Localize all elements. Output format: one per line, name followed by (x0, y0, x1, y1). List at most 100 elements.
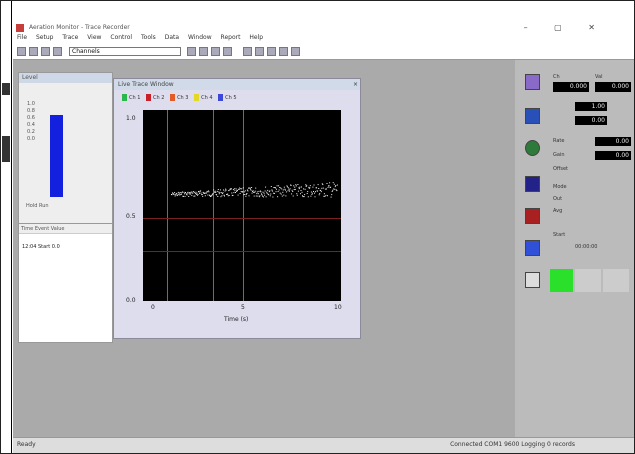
trace-window[interactable]: Live Trace Window × Ch 1 Ch 2 Ch 3 Ch 4 … (113, 78, 361, 339)
trace-point (232, 195, 234, 196)
menu-trace[interactable]: Trace (62, 34, 78, 41)
pause-icon[interactable] (211, 47, 220, 56)
trace-point (332, 189, 334, 191)
trace-point (277, 191, 279, 192)
field-label: Gain (553, 152, 565, 158)
trace-point (332, 182, 334, 184)
zoom-icon[interactable] (187, 47, 196, 56)
menu-setup[interactable]: Setup (36, 34, 53, 41)
trace-point (275, 187, 276, 189)
trace-point (291, 189, 293, 191)
field-label: Mode (553, 184, 567, 190)
menu-file[interactable]: File (17, 34, 27, 41)
trace-point (324, 188, 326, 190)
trace-point (254, 191, 256, 193)
trace-point (228, 195, 230, 196)
trace-point (187, 191, 189, 193)
panel-label: Ch (553, 74, 560, 80)
trace-point (177, 194, 179, 196)
event-log-window[interactable]: Time Event Value 12:04 Start 0.0 (18, 223, 113, 343)
close-icon[interactable]: × (353, 79, 358, 90)
trace-point (258, 196, 260, 198)
menu-help[interactable]: Help (249, 34, 263, 41)
record-icon[interactable] (525, 74, 540, 90)
trace-point (194, 193, 196, 195)
window-controls[interactable]: – ▢ ✕ (524, 23, 607, 32)
save-icon[interactable] (525, 108, 540, 124)
trace-point (245, 195, 247, 197)
export-icon[interactable] (267, 47, 276, 56)
help-icon[interactable] (291, 47, 300, 56)
trace-point (323, 195, 325, 197)
meter-scale: 1.0 0.8 0.6 0.4 0.2 0.0 (27, 101, 35, 142)
grid-icon[interactable] (243, 47, 252, 56)
menu-report[interactable]: Report (221, 34, 241, 41)
help-icon[interactable] (525, 272, 540, 288)
legend-label: Ch 1 (129, 95, 141, 101)
status-bar: Ready Connected COM1 9600 Logging 0 reco… (13, 437, 634, 453)
new-icon[interactable] (17, 47, 26, 56)
stop-icon[interactable] (525, 176, 540, 192)
readout: 0.00 (595, 151, 631, 160)
app-frame: Aeration Monitor - Trace Recorder – ▢ ✕ … (0, 0, 635, 454)
meter-title: Level (19, 73, 112, 83)
info-icon[interactable] (279, 47, 288, 56)
chart-icon[interactable] (525, 240, 540, 256)
trace-point (305, 186, 307, 187)
play-icon[interactable] (199, 47, 208, 56)
trace-point (205, 192, 207, 194)
trace-point (307, 191, 309, 193)
trace-point (305, 184, 307, 186)
idle-indicator (575, 269, 601, 292)
trace-plot[interactable] (143, 110, 341, 301)
trace-point (202, 195, 204, 197)
log-row: 12:04 Start 0.0 (22, 244, 60, 250)
trace-point (281, 195, 283, 197)
config-select[interactable]: Channels (69, 47, 181, 56)
menu-window[interactable]: Window (188, 34, 212, 41)
trace-point (283, 186, 285, 188)
trace-point (313, 191, 314, 192)
trace-point (322, 187, 324, 189)
trace-point (314, 196, 316, 198)
trace-point (256, 193, 258, 195)
trace-point (239, 193, 241, 194)
trace-point (201, 194, 203, 195)
workspace: Level 1.0 0.8 0.6 0.4 0.2 0.0 Hold Run T… (13, 60, 515, 437)
x-axis-label: Time (s) (224, 316, 249, 323)
save-icon[interactable] (41, 47, 50, 56)
print-icon[interactable] (53, 47, 62, 56)
menu-tools[interactable]: Tools (141, 34, 156, 41)
open-icon[interactable] (29, 47, 38, 56)
trace-point (237, 194, 239, 196)
trace-point (261, 194, 263, 196)
trace-point (197, 194, 199, 196)
trace-point (287, 190, 289, 192)
chart-icon[interactable] (255, 47, 264, 56)
alarm-icon[interactable] (525, 208, 540, 224)
trace-point (184, 193, 185, 195)
trace-point (287, 186, 288, 188)
trace-point (279, 192, 281, 194)
trace-point (193, 195, 195, 197)
trace-point (207, 190, 209, 192)
stop-icon[interactable] (223, 47, 232, 56)
x-tick: 0 (151, 304, 155, 311)
trace-point (261, 193, 262, 195)
globe-icon[interactable] (525, 140, 540, 156)
trace-point (307, 196, 309, 198)
trace-point (326, 188, 327, 190)
menu-control[interactable]: Control (110, 34, 132, 41)
trace-point (246, 189, 248, 191)
trace-point (318, 188, 320, 189)
meter-controls[interactable]: Hold Run (26, 203, 49, 209)
trace-point (251, 187, 253, 188)
trace-point (240, 191, 242, 192)
trace-point (223, 189, 224, 191)
trace-point (268, 194, 270, 196)
level-meter-window[interactable]: Level 1.0 0.8 0.6 0.4 0.2 0.0 Hold Run (18, 72, 113, 228)
trace-point (272, 196, 274, 198)
trace-point (248, 195, 250, 197)
menu-view[interactable]: View (87, 34, 101, 41)
menu-data[interactable]: Data (165, 34, 179, 41)
